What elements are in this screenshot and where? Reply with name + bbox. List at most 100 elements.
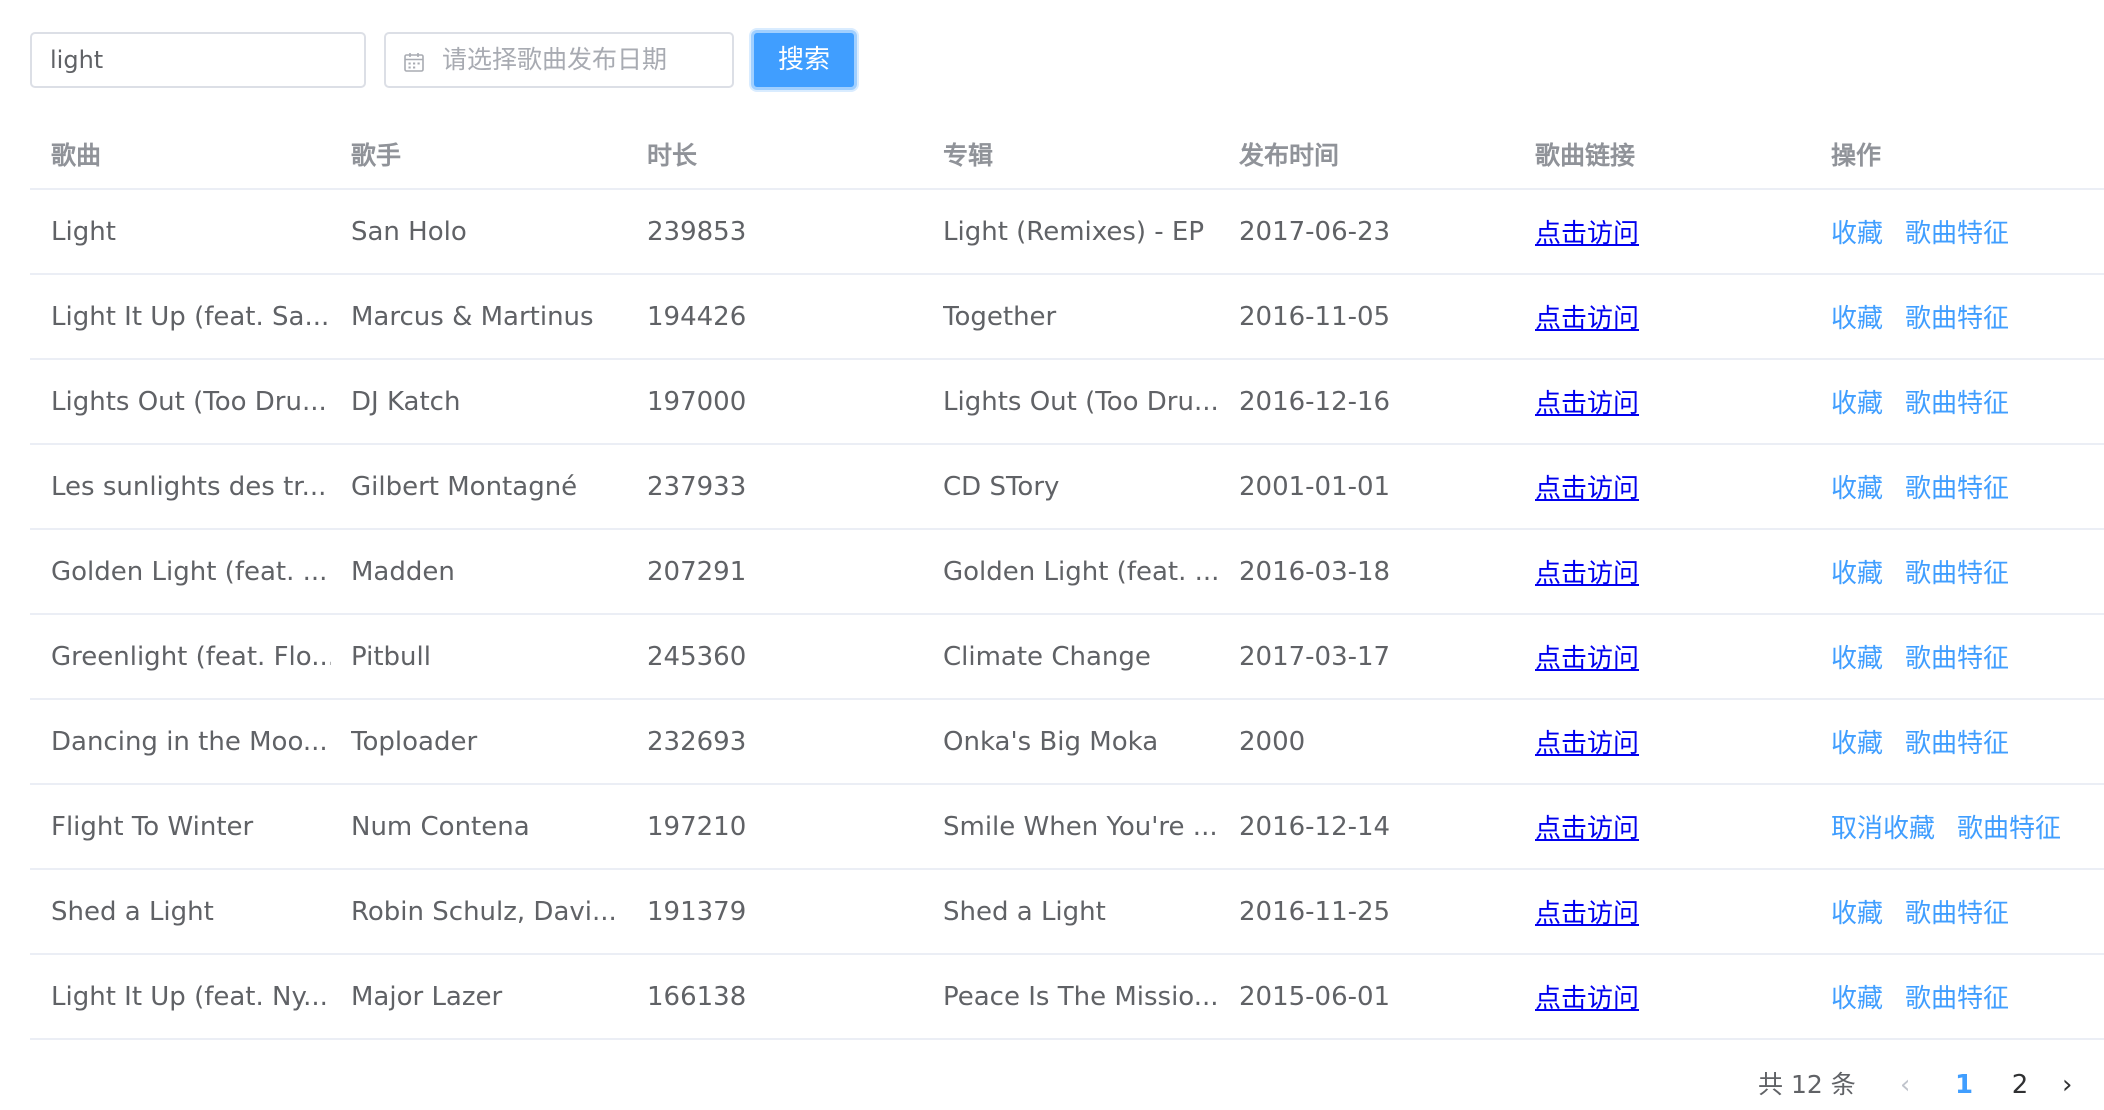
- song-link-cell: 点击访问: [1535, 275, 1811, 358]
- album-cell: Smile When You're ...: [943, 811, 1218, 842]
- song-link-cell: 点击访问: [1535, 530, 1811, 613]
- release-date-cell: 2015-06-01: [1239, 981, 1391, 1012]
- release-date-cell: 2016-12-14: [1239, 811, 1391, 842]
- song-cell: Golden Light (feat. ...: [51, 556, 328, 587]
- header-duration: 时长: [647, 141, 698, 170]
- artist-cell: San Holo: [351, 216, 467, 247]
- song-features-button[interactable]: 歌曲特征: [1905, 383, 2009, 420]
- album-cell: Climate Change: [943, 641, 1151, 672]
- artist-cell: Num Contena: [351, 811, 530, 842]
- actions-cell: 收藏 歌曲特征: [1831, 275, 2104, 358]
- table-row: Light It Up (feat. Ny... Major Lazer 16613…: [30, 955, 2104, 1040]
- search-button[interactable]: 搜索: [751, 30, 857, 90]
- unfavorite-button[interactable]: 取消收藏: [1831, 808, 1935, 845]
- release-date-cell: 2000: [1239, 726, 1306, 757]
- favorite-button[interactable]: 收藏: [1831, 383, 1883, 420]
- table-row: Dancing in the Moo... Toploader 232693 Onka…: [30, 700, 2104, 785]
- actions-cell: 收藏 歌曲特征: [1831, 445, 2104, 528]
- song-features-button[interactable]: 歌曲特征: [1905, 723, 2009, 760]
- song-cell: Light It Up (feat. Ny...: [51, 981, 328, 1012]
- duration-cell: 239853: [647, 216, 747, 247]
- table-row: Greenlight (feat. Flo... Pitbull 245360 Cli…: [30, 615, 2104, 700]
- release-date-cell: 2016-03-18: [1239, 556, 1391, 587]
- visit-link[interactable]: 点击访问: [1535, 383, 1639, 420]
- duration-cell: 237933: [647, 471, 747, 502]
- song-cell: Les sunlights des tr...: [51, 471, 327, 502]
- release-date-cell: 2016-11-05: [1239, 301, 1391, 332]
- duration-cell: 166138: [647, 981, 747, 1012]
- visit-link[interactable]: 点击访问: [1535, 808, 1639, 845]
- visit-link[interactable]: 点击访问: [1535, 213, 1639, 250]
- chevron-left-icon[interactable]: ‹: [1900, 1063, 1910, 1107]
- table-row: Les sunlights des tr... Gilbert Montagné 2…: [30, 445, 2104, 530]
- album-cell: Golden Light (feat. ...: [943, 556, 1219, 587]
- artist-cell: Major Lazer: [351, 981, 503, 1012]
- visit-link[interactable]: 点击访问: [1535, 468, 1639, 505]
- duration-cell: 197000: [647, 386, 747, 417]
- release-date-cell: 2016-11-25: [1239, 896, 1391, 927]
- song-features-button[interactable]: 歌曲特征: [1905, 468, 2009, 505]
- date-picker-placeholder: 请选择歌曲发布日期: [442, 45, 668, 74]
- visit-link[interactable]: 点击访问: [1535, 723, 1639, 760]
- actions-cell: 收藏 歌曲特征: [1831, 615, 2104, 698]
- favorite-button[interactable]: 收藏: [1831, 468, 1883, 505]
- song-features-button[interactable]: 歌曲特征: [1905, 298, 2009, 335]
- song-features-button[interactable]: 歌曲特征: [1905, 553, 2009, 590]
- favorite-button[interactable]: 收藏: [1831, 723, 1883, 760]
- song-features-button[interactable]: 歌曲特征: [1905, 638, 2009, 675]
- duration-cell: 207291: [647, 556, 747, 587]
- actions-cell: 收藏 歌曲特征: [1831, 360, 2104, 443]
- table-row: Light It Up (feat. Sa... Marcus & Martinu…: [30, 275, 2104, 360]
- visit-link[interactable]: 点击访问: [1535, 298, 1639, 335]
- page-1-button[interactable]: 1: [1944, 1063, 1984, 1107]
- album-cell: Light (Remixes) - EP: [943, 216, 1205, 247]
- favorite-button[interactable]: 收藏: [1831, 978, 1883, 1015]
- table-row: Flight To Winter Num Contena 197210 Smile W…: [30, 785, 2104, 870]
- page-2-button[interactable]: 2: [2000, 1063, 2040, 1107]
- artist-cell: Toploader: [351, 726, 478, 757]
- visit-link[interactable]: 点击访问: [1535, 893, 1639, 930]
- song-link-cell: 点击访问: [1535, 700, 1811, 783]
- favorite-button[interactable]: 收藏: [1831, 638, 1883, 675]
- duration-cell: 245360: [647, 641, 747, 672]
- duration-cell: 232693: [647, 726, 747, 757]
- song-features-button[interactable]: 歌曲特征: [1905, 213, 2009, 250]
- favorite-button[interactable]: 收藏: [1831, 553, 1883, 590]
- visit-link[interactable]: 点击访问: [1535, 638, 1639, 675]
- song-cell: Lights Out (Too Dru...: [51, 386, 327, 417]
- album-cell: Peace Is The Missio...: [943, 981, 1219, 1012]
- song-features-button[interactable]: 歌曲特征: [1905, 978, 2009, 1015]
- artist-cell: Robin Schulz, Davi...: [351, 896, 617, 927]
- header-actions: 操作: [1831, 141, 1882, 170]
- table-row: Golden Light (feat. ... Madden 207291 Golde…: [30, 530, 2104, 615]
- search-input[interactable]: [30, 32, 366, 88]
- duration-cell: 197210: [647, 811, 747, 842]
- actions-cell: 收藏 歌曲特征: [1831, 190, 2104, 273]
- visit-link[interactable]: 点击访问: [1535, 553, 1639, 590]
- artist-cell: Pitbull: [351, 641, 431, 672]
- song-features-button[interactable]: 歌曲特征: [1905, 893, 2009, 930]
- release-date-cell: 2017-06-23: [1239, 216, 1391, 247]
- song-link-cell: 点击访问: [1535, 445, 1811, 528]
- song-search-page: 请选择歌曲发布日期 搜索 歌曲 歌手 时长 专辑 发布时间 歌曲链接 操作 Li…: [0, 0, 2104, 1110]
- favorite-button[interactable]: 收藏: [1831, 213, 1883, 250]
- table-body: Light San Holo 239853 Light (Remixes) - EP 2…: [30, 190, 2104, 1040]
- actions-cell: 收藏 歌曲特征: [1831, 955, 2104, 1038]
- song-features-button[interactable]: 歌曲特征: [1957, 808, 2061, 845]
- release-date-cell: 2016-12-16: [1239, 386, 1391, 417]
- header-album: 专辑: [943, 141, 994, 170]
- pagination: 共 12 条 ‹ 1 2 ›: [1750, 1063, 2104, 1107]
- album-cell: Lights Out (Too Dru...: [943, 386, 1219, 417]
- song-link-cell: 点击访问: [1535, 615, 1811, 698]
- visit-link[interactable]: 点击访问: [1535, 978, 1639, 1015]
- artist-cell: DJ Katch: [351, 386, 461, 417]
- album-cell: Shed a Light: [943, 896, 1106, 927]
- favorite-button[interactable]: 收藏: [1831, 893, 1883, 930]
- favorite-button[interactable]: 收藏: [1831, 298, 1883, 335]
- actions-cell: 取消收藏 歌曲特征: [1831, 785, 2104, 868]
- release-date-picker[interactable]: 请选择歌曲发布日期: [384, 32, 734, 88]
- table-row: Shed a Light Robin Schulz, Davi... 191379 S…: [30, 870, 2104, 955]
- album-cell: Onka's Big Moka: [943, 726, 1159, 757]
- chevron-right-icon[interactable]: ›: [2062, 1063, 2072, 1107]
- song-link-cell: 点击访问: [1535, 190, 1811, 273]
